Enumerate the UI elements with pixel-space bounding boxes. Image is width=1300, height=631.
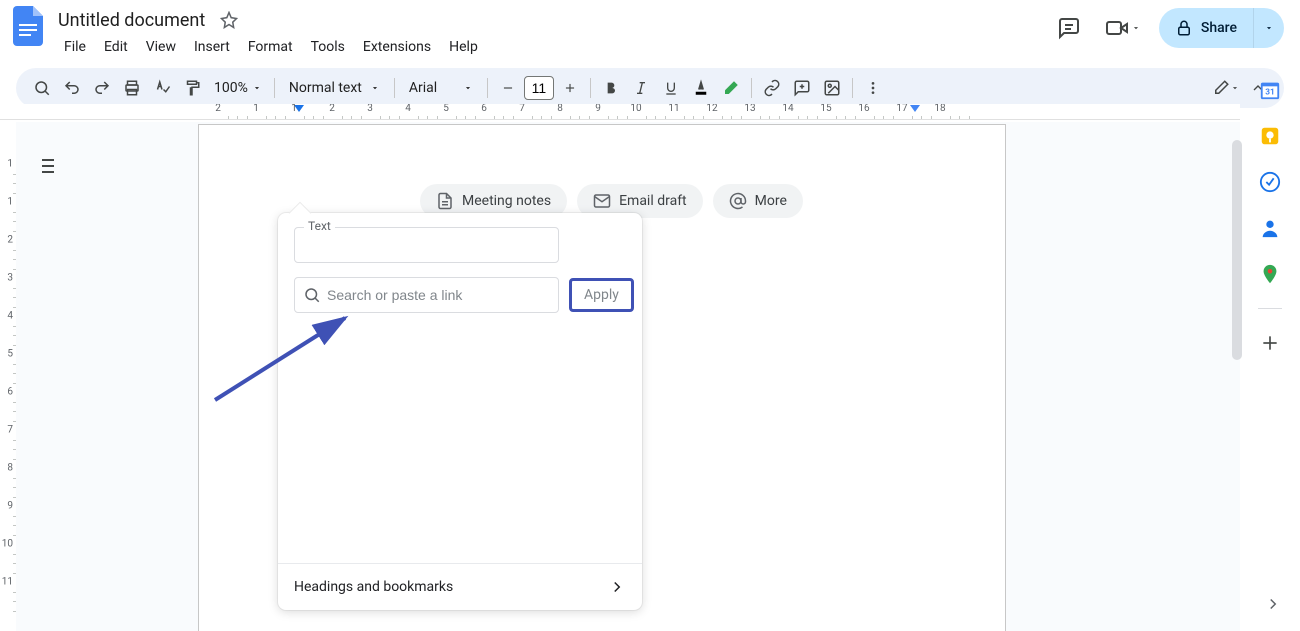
separator xyxy=(751,78,752,98)
separator xyxy=(394,78,395,98)
insert-image-icon[interactable] xyxy=(818,74,846,102)
search-icon xyxy=(303,286,321,304)
toolbar: 100% Normal text Arial xyxy=(16,68,1284,108)
increase-font-size-icon[interactable] xyxy=(556,74,584,102)
chevron-down-icon xyxy=(1264,23,1274,33)
tasks-app-icon[interactable] xyxy=(1258,170,1282,194)
comment-history-icon[interactable] xyxy=(1051,10,1087,46)
chevron-down-icon xyxy=(252,83,262,93)
document-icon xyxy=(436,192,454,210)
editing-mode-icon[interactable] xyxy=(1212,74,1240,102)
font-family-dropdown[interactable]: Arial xyxy=(401,80,481,96)
text-color-icon[interactable] xyxy=(687,74,715,102)
horizontal-ruler[interactable]: 21123456789101112131415161718 xyxy=(0,104,1240,120)
highlight-color-icon[interactable] xyxy=(717,74,745,102)
vertical-ruler[interactable]: 11234567891011 xyxy=(0,124,16,631)
menu-format[interactable]: Format xyxy=(240,35,301,59)
docs-logo[interactable] xyxy=(8,6,48,46)
undo-icon[interactable] xyxy=(58,74,86,102)
meet-button[interactable] xyxy=(1099,16,1147,40)
chevron-down-icon xyxy=(370,83,380,93)
chevron-down-icon xyxy=(1230,83,1240,93)
separator xyxy=(590,78,591,98)
maps-app-icon[interactable] xyxy=(1258,262,1282,286)
side-panel: 31 xyxy=(1248,70,1292,355)
italic-icon[interactable] xyxy=(627,74,655,102)
link-search-input[interactable] xyxy=(327,287,550,303)
decrease-font-size-icon[interactable] xyxy=(494,74,522,102)
right-indent-marker[interactable] xyxy=(910,105,920,112)
font-size-input[interactable] xyxy=(524,76,554,100)
chip-more[interactable]: More xyxy=(713,184,803,218)
menu-insert[interactable]: Insert xyxy=(186,35,238,59)
share-button[interactable]: Share xyxy=(1159,8,1284,48)
chevron-right-icon xyxy=(608,578,626,596)
separator xyxy=(852,78,853,98)
insert-link-popup: Text Apply Headings and bookmarks xyxy=(278,213,642,610)
scrollbar[interactable] xyxy=(1232,140,1242,360)
lock-icon xyxy=(1175,19,1193,37)
more-tools-icon[interactable] xyxy=(859,74,887,102)
print-icon[interactable] xyxy=(118,74,146,102)
menu-view[interactable]: View xyxy=(138,35,184,59)
star-icon[interactable] xyxy=(217,8,241,32)
separator xyxy=(274,78,275,98)
bold-icon[interactable] xyxy=(597,74,625,102)
separator xyxy=(487,78,488,98)
headings-bookmarks-row[interactable]: Headings and bookmarks xyxy=(278,563,642,610)
underline-icon[interactable] xyxy=(657,74,685,102)
keep-app-icon[interactable] xyxy=(1258,124,1282,148)
menu-tools[interactable]: Tools xyxy=(303,35,353,59)
paragraph-style-dropdown[interactable]: Normal text xyxy=(281,80,388,96)
link-text-label: Text xyxy=(304,219,335,233)
share-label: Share xyxy=(1201,20,1237,36)
svg-text:31: 31 xyxy=(1265,88,1274,98)
paint-format-icon[interactable] xyxy=(178,74,206,102)
insert-link-icon[interactable] xyxy=(758,74,786,102)
chevron-down-icon xyxy=(1131,23,1141,33)
apply-button[interactable]: Apply xyxy=(569,278,634,312)
outline-toggle-icon[interactable] xyxy=(30,150,62,182)
document-title[interactable]: Untitled document xyxy=(52,8,211,33)
add-comment-icon[interactable] xyxy=(788,74,816,102)
spellcheck-icon[interactable] xyxy=(148,74,176,102)
contacts-app-icon[interactable] xyxy=(1258,216,1282,240)
at-icon xyxy=(729,192,747,210)
get-addons-icon[interactable] xyxy=(1258,331,1282,355)
calendar-app-icon[interactable]: 31 xyxy=(1258,78,1282,102)
redo-icon[interactable] xyxy=(88,74,116,102)
menu-file[interactable]: File xyxy=(56,35,94,59)
hide-side-panel-icon[interactable] xyxy=(1264,595,1282,617)
zoom-dropdown[interactable]: 100% xyxy=(208,80,268,96)
link-search-field[interactable] xyxy=(294,277,559,313)
email-icon xyxy=(593,192,611,210)
share-dropdown[interactable] xyxy=(1253,8,1284,48)
chevron-down-icon xyxy=(463,83,473,93)
menu-extensions[interactable]: Extensions xyxy=(355,35,439,59)
menu-edit[interactable]: Edit xyxy=(96,35,136,59)
separator xyxy=(1258,308,1282,309)
menu-help[interactable]: Help xyxy=(441,35,486,59)
search-menus-icon[interactable] xyxy=(28,74,56,102)
